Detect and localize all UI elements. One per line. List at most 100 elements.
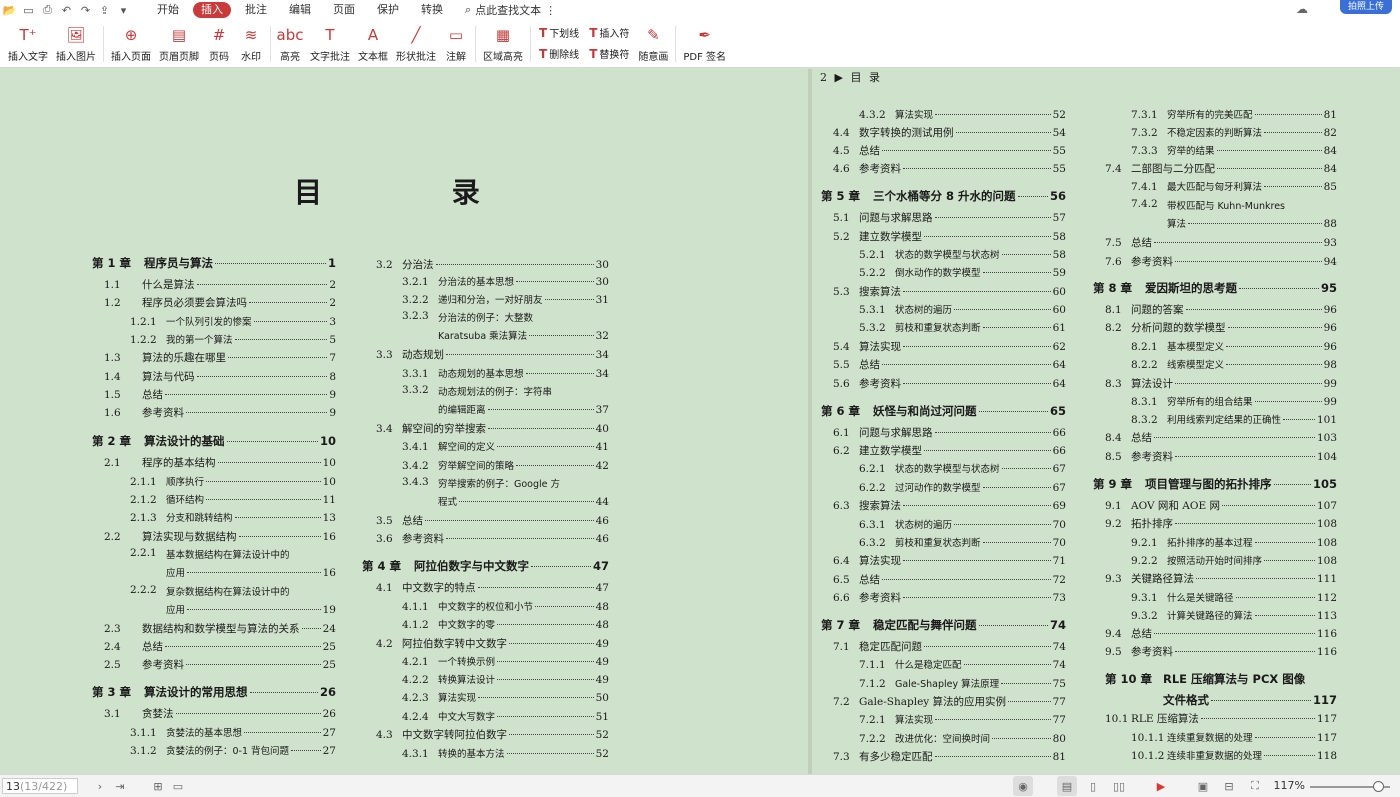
toc-entry[interactable]: 5.2.2 倒水动作的数学模型 59 [859, 265, 1066, 281]
pdf-sign-button[interactable]: ✒ PDF 签名 [679, 20, 730, 66]
toc-entry[interactable]: 7.4.1 最大匹配与匈牙利算法 85 [1131, 179, 1337, 195]
toc-entry[interactable]: 7.2 Gale-Shapley 算法的应用实例 77 [833, 694, 1066, 710]
toc-entry[interactable]: 5.3.1 状态树的遍历 60 [859, 302, 1066, 318]
toc-entry[interactable]: 8.3.1 穷举所有的组合结果 99 [1131, 394, 1337, 410]
toc-chapter[interactable]: 第 7 章稳定匹配与舞伴问题 74 [821, 617, 1066, 633]
toc-entry[interactable]: 6.3.2 剪枝和重复状态判断 70 [859, 535, 1066, 551]
toc-entry[interactable]: 6.1 问题与求解思路 66 [833, 425, 1066, 441]
toc-entry[interactable]: 9.2 拓扑排序 108 [1105, 516, 1337, 532]
tab-6[interactable]: 转换 [413, 2, 451, 18]
add-page-icon[interactable]: ⊞ [148, 776, 168, 796]
toc-entry[interactable]: 3.5 总结 46 [376, 513, 609, 529]
toc-entry[interactable]: 2.5 参考资料 25 [104, 657, 336, 673]
toc-entry[interactable]: 6.2.1 状态的数学模型与状态树 67 [859, 461, 1066, 477]
ribbon-small-button[interactable]: T 替换符 [589, 46, 629, 62]
toc-entry[interactable]: 2.4 总结 25 [104, 639, 336, 655]
toc-entry[interactable]: 5.5 总结 64 [833, 357, 1066, 373]
toc-entry[interactable]: 3.2.2 递归和分治，一对好朋友 31 [402, 292, 609, 308]
toc-entry[interactable]: 9.2.2 按照活动开始时间排序 108 [1131, 553, 1337, 569]
toc-entry[interactable]: 7.2.1 算法实现 77 [859, 712, 1066, 728]
toc-chapter[interactable]: 第 5 章三个水桶等分 8 升水的问题 56 [821, 188, 1066, 204]
toc-chapter[interactable]: 第 4 章阿拉伯数字与中文数字 47 [362, 558, 609, 574]
toc-entry[interactable]: 4.3.2 算法实现 52 [859, 107, 1066, 123]
export-icon[interactable]: ⇪ [95, 0, 114, 20]
search-box[interactable]: ⌕ 点此查找文本 ⋮ [465, 2, 556, 18]
next-page-icon[interactable]: › [90, 776, 110, 796]
toc-entry[interactable]: 2.2.2 复杂数据结构在算法设计中的 应用 19 [130, 584, 336, 620]
toc-entry[interactable]: 8.2.2 线索模型定义 98 [1131, 357, 1337, 373]
toc-entry[interactable]: 8.4 总结 103 [1105, 430, 1337, 446]
toc-entry[interactable]: 3.1.1 贪婪法的基本思想 27 [130, 725, 336, 741]
toc-entry[interactable]: 7.3.3 穷举的结果 84 [1131, 143, 1337, 159]
page-number-input[interactable]: 13 (13/422) [2, 778, 78, 794]
toc-entry[interactable]: 3.2.3 分治法的例子：大整数 Karatsuba 乘法算法 32 [402, 310, 609, 346]
insert-page-button[interactable]: ⊕ 插入页面 [107, 20, 155, 66]
toc-entry[interactable]: 5.3.2 剪枝和重复状态判断 61 [859, 320, 1066, 336]
toc-entry[interactable]: 7.4.2 带权匹配与 Kuhn-Munkres 算法 88 [1131, 198, 1337, 234]
play-icon[interactable]: ▶ [1151, 776, 1171, 796]
toc-entry[interactable]: 4.2.3 算法实现 50 [402, 690, 609, 706]
redo-icon[interactable]: ↷ [76, 0, 95, 20]
highlight-button[interactable]: abc 高亮 [274, 20, 306, 66]
toc-entry[interactable]: 7.6 参考资料 94 [1105, 254, 1337, 270]
toc-entry[interactable]: 2.1.3 分支和跳转结构 13 [130, 510, 336, 526]
document-view[interactable]: 目 录 2 ▶ 目 录 第 1 章程序员与算法 1 1.1 什么是算法 2 1.2 程序员必… [0, 69, 1400, 774]
upload-button[interactable]: 拍照上传 [1339, 0, 1392, 14]
last-page-icon[interactable]: ⇥ [110, 776, 130, 796]
toc-chapter[interactable]: 第 9 章项目管理与图的拓扑排序 105 [1093, 476, 1337, 492]
toc-entry[interactable]: 8.3.2 利用线索判定结果的正确性 101 [1131, 412, 1337, 428]
toc-entry[interactable]: 3.3 动态规划 34 [376, 347, 609, 363]
toc-entry[interactable]: 5.1 问题与求解思路 57 [833, 210, 1066, 226]
toc-entry[interactable]: 4.6 参考资料 55 [833, 161, 1066, 177]
toc-entry[interactable]: 1.2.1 一个队列引发的惨案 3 [130, 314, 336, 330]
double-page-view-icon[interactable]: ▯▯ [1109, 776, 1129, 796]
tab-1[interactable]: 插入 [193, 2, 231, 18]
open-icon[interactable]: 📂 [0, 0, 19, 20]
toc-entry[interactable]: 8.5 参考资料 104 [1105, 449, 1337, 465]
tab-5[interactable]: 保护 [369, 2, 407, 18]
toc-entry[interactable]: 4.1 中文数字的特点 47 [376, 580, 609, 596]
toc-entry[interactable]: 2.3 数据结构和数学模型与算法的关系 24 [104, 621, 336, 637]
toc-entry[interactable]: 6.6 参考资料 73 [833, 590, 1066, 606]
toc-entry[interactable]: 10.1 RLE 压缩算法 117 [1105, 711, 1337, 727]
toc-chapter[interactable]: 第 8 章爱因斯坦的思考题 95 [1093, 280, 1337, 296]
toc-entry[interactable]: 2.2.1 基本数据结构在算法设计中的 应用 16 [130, 547, 336, 583]
fit-page-icon[interactable]: ▣ [1193, 776, 1213, 796]
toc-entry[interactable]: 6.4 算法实现 71 [833, 553, 1066, 569]
toc-entry[interactable]: 4.2.4 中文大写数字 51 [402, 709, 609, 725]
toc-entry[interactable]: 9.1 AOV 网和 AOE 网 107 [1105, 498, 1337, 514]
zoom-slider-handle[interactable] [1373, 781, 1384, 792]
toc-entry[interactable]: 6.2 建立数学模型 66 [833, 443, 1066, 459]
eye-protect-icon[interactable]: ◉ [1013, 776, 1033, 796]
toc-entry[interactable]: 3.3.1 动态规划的基本思想 34 [402, 366, 609, 382]
toc-entry[interactable]: 9.4 总结 116 [1105, 626, 1337, 642]
toc-entry[interactable]: 7.3.2 不稳定因素的判断算法 82 [1131, 125, 1337, 141]
watermark-button[interactable]: ≋ 水印 [235, 20, 267, 66]
toc-entry[interactable]: 5.2 建立数学模型 58 [833, 229, 1066, 245]
cloud-icon[interactable]: ☁ [1296, 2, 1308, 16]
toc-entry[interactable]: 2.1.2 循环结构 11 [130, 492, 336, 508]
customize-icon[interactable]: ▾ [114, 0, 133, 20]
fit-width-icon[interactable]: ⊟ [1219, 776, 1239, 796]
toc-entry[interactable]: 1.2 程序员必须要会算法吗 2 [104, 295, 336, 311]
toc-entry[interactable]: 1.4 算法与代码 8 [104, 369, 336, 385]
toc-entry[interactable]: 10.1.1 连续重复数据的处理 117 [1131, 730, 1337, 746]
toc-entry[interactable]: 3.4.3 穷举搜索的例子：Google 方程式 44 [402, 476, 609, 512]
toc-entry[interactable]: 7.1.2 Gale-Shapley 算法原理 75 [859, 676, 1066, 692]
toc-entry[interactable]: 8.1 问题的答案 96 [1105, 302, 1337, 318]
toc-entry[interactable]: 6.2.2 过河动作的数学模型 67 [859, 480, 1066, 496]
single-page-view-icon[interactable]: ▤ [1057, 776, 1077, 796]
toc-entry[interactable]: 1.2.2 我的第一个算法 5 [130, 332, 336, 348]
freehand-button[interactable]: ✎ 随意画 [634, 20, 672, 66]
toc-entry[interactable]: 1.6 参考资料 9 [104, 405, 336, 421]
ribbon-small-button[interactable]: T 下划线 [539, 25, 579, 41]
text-comment-button[interactable]: T 文字批注 [306, 20, 354, 66]
toc-entry[interactable]: 3.4 解空间的穷举搜索 40 [376, 421, 609, 437]
toc-entry[interactable]: 1.5 总结 9 [104, 387, 336, 403]
toc-entry[interactable]: 3.6 参考资料 46 [376, 531, 609, 547]
toc-entry[interactable]: 4.2.2 转换算法设计 49 [402, 672, 609, 688]
toc-entry[interactable]: 6.3.1 状态树的遍历 70 [859, 517, 1066, 533]
toc-entry[interactable]: 4.3.1 转换的基本方法 52 [402, 746, 609, 762]
toc-entry[interactable]: 9.2.1 拓扑排序的基本过程 108 [1131, 535, 1337, 551]
toc-entry[interactable]: 2.1.1 顺序执行 10 [130, 474, 336, 490]
